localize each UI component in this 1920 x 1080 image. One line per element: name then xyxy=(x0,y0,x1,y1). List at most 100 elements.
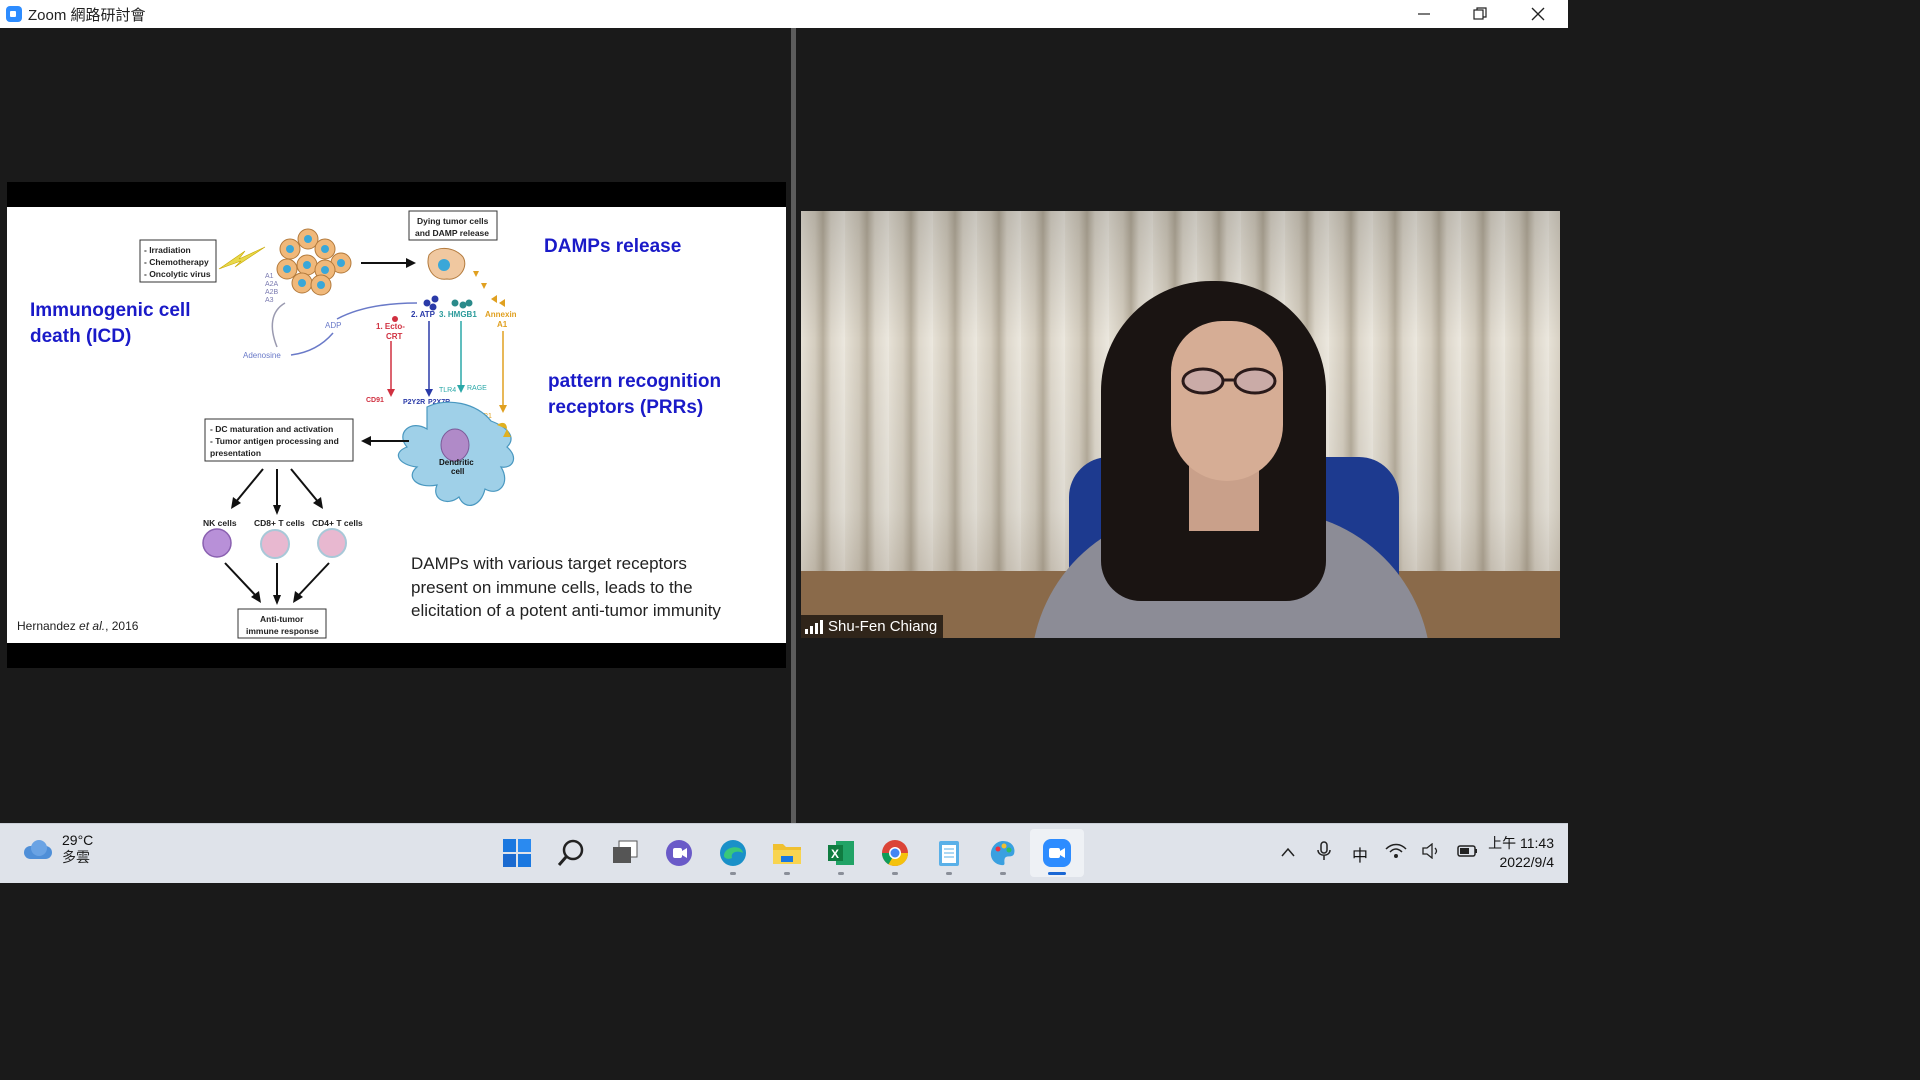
prr-heading-line: receptors (PRRs) xyxy=(548,397,704,418)
description-line: present on immune cells, leads to the xyxy=(411,577,693,597)
zoom-logo-icon xyxy=(6,6,22,22)
weather-description: 多雲 xyxy=(62,849,90,865)
file-explorer-icon xyxy=(773,844,801,864)
weather-temperature: 29°C xyxy=(62,832,94,848)
taskbar: 29°C 多雲 X 中 上午 11:43 2022/9/4 xyxy=(0,823,1568,883)
participant-name-tag: Shu-Fen Chiang xyxy=(801,615,944,638)
glasses-icon xyxy=(1181,367,1277,395)
cd4-cell-icon xyxy=(317,528,347,558)
running-indicator xyxy=(838,872,844,875)
title-bar: Zoom 網路研討會 xyxy=(0,0,1568,28)
cd8-cells-label: CD8+ T cells xyxy=(254,518,305,528)
clock-time: 上午 11:43 xyxy=(1488,835,1554,851)
reference-year: , 2016 xyxy=(105,619,139,633)
volume-button[interactable] xyxy=(1414,842,1450,864)
cd4-cells-label: CD4+ T cells xyxy=(312,518,363,528)
adenosine-label: Adenosine xyxy=(243,351,281,360)
nk-cell-icon xyxy=(202,528,232,558)
dendritic-cell-label: Dendritic xyxy=(439,458,474,467)
atp-label: 2. ATP xyxy=(411,310,436,319)
prr-heading-line: pattern recognition xyxy=(548,371,722,392)
chrome-icon xyxy=(881,840,909,867)
tumor-cell-cluster xyxy=(276,228,352,296)
start-icon xyxy=(503,839,531,867)
slide-description: DAMPs with various target receptors pres… xyxy=(411,552,771,623)
file-explorer-button[interactable] xyxy=(760,829,814,877)
excel-icon: X xyxy=(828,841,854,865)
dying-cells-text: Dying tumor cells xyxy=(417,216,489,226)
receptor-label: A2A xyxy=(265,281,279,288)
edge-button[interactable] xyxy=(706,829,760,877)
wifi-icon xyxy=(1385,843,1407,858)
taskbar-apps: X xyxy=(490,829,1084,877)
dying-cells-text: and DAMP release xyxy=(415,228,489,238)
zoom-button[interactable] xyxy=(1030,829,1084,877)
participant-name: Shu-Fen Chiang xyxy=(828,618,938,635)
restore-button[interactable] xyxy=(1452,0,1508,28)
running-indicator xyxy=(730,872,736,875)
annexin-label: A1 xyxy=(497,320,508,329)
participant-video[interactable] xyxy=(801,211,1560,638)
paint-button[interactable] xyxy=(976,829,1030,877)
running-indicator xyxy=(1000,872,1006,875)
treatment-text: - Oncolytic virus xyxy=(144,269,211,279)
adp-label: ADP xyxy=(325,321,341,330)
presentation-slide: - Irradiation - Chemotherapy - Oncolytic… xyxy=(7,207,786,643)
connection-signal-icon xyxy=(805,619,823,634)
running-indicator xyxy=(946,872,952,875)
task-view-button[interactable] xyxy=(598,829,652,877)
speaker-icon xyxy=(1422,842,1438,860)
paint-icon xyxy=(990,841,1015,866)
running-indicator xyxy=(784,872,790,875)
edge-icon xyxy=(720,840,746,866)
running-indicator xyxy=(892,872,898,875)
weather-widget[interactable]: 29°C 多雲 xyxy=(22,832,93,866)
restore-icon xyxy=(1473,7,1487,20)
icd-heading: Immunogenic cell death (ICD) xyxy=(30,298,190,350)
slide-reference: Hernandez et al., 2016 xyxy=(17,619,138,633)
window-title: Zoom 網路研討會 xyxy=(28,6,146,24)
prr-heading: pattern recognition receptors (PRRs) xyxy=(548,369,721,421)
wifi-button[interactable] xyxy=(1378,843,1414,864)
excel-button[interactable]: X xyxy=(814,829,868,877)
p2y2r-label: P2Y2R xyxy=(403,399,425,406)
teams-chat-button[interactable] xyxy=(652,829,706,877)
dendritic-cell-label: cell xyxy=(451,467,464,476)
reference-author: Hernandez xyxy=(17,619,80,633)
show-hidden-icons-button[interactable] xyxy=(1270,845,1306,863)
ecto-crt-label: CRT xyxy=(386,332,403,341)
minimize-icon xyxy=(1418,13,1430,15)
lightning-icon xyxy=(218,246,266,270)
chrome-button[interactable] xyxy=(868,829,922,877)
task-view-icon xyxy=(613,840,638,863)
description-line: elicitation of a potent anti-tumor immun… xyxy=(411,601,721,620)
ecto-crt-label: 1. Ecto- xyxy=(376,322,405,331)
anti-tumor-text: Anti-tumor xyxy=(260,614,304,624)
svg-text:X: X xyxy=(831,847,839,861)
search-icon xyxy=(557,839,584,866)
teams-chat-icon xyxy=(666,840,692,866)
start-button[interactable] xyxy=(490,829,544,877)
description-line: DAMPs with various target receptors xyxy=(411,554,687,573)
chevron-up-icon xyxy=(1281,847,1295,856)
cloud-icon xyxy=(22,838,54,860)
ime-indicator[interactable]: 中 xyxy=(1342,842,1378,866)
microphone-button[interactable] xyxy=(1306,841,1342,866)
anti-tumor-text: immune response xyxy=(246,626,319,636)
annexin-label: Annexin xyxy=(485,310,517,319)
taskbar-clock[interactable]: 上午 11:43 2022/9/4 xyxy=(1474,834,1554,872)
dc-box-text: presentation xyxy=(210,448,261,458)
video-person-face xyxy=(1171,321,1283,481)
reference-etal: et al. xyxy=(79,619,106,633)
close-button[interactable] xyxy=(1510,0,1566,28)
notepad-button[interactable] xyxy=(922,829,976,877)
tlr4-label: TLR4 xyxy=(439,387,456,394)
receptor-label: A1 xyxy=(265,273,274,280)
rage-label: RAGE xyxy=(467,385,487,392)
icd-heading-line: Immunogenic cell xyxy=(30,300,191,321)
treatment-text: - Irradiation xyxy=(144,245,191,255)
receptor-label: A3 xyxy=(265,297,274,304)
search-button[interactable] xyxy=(544,829,598,877)
microphone-icon xyxy=(1317,841,1331,860)
minimize-button[interactable] xyxy=(1396,0,1452,28)
